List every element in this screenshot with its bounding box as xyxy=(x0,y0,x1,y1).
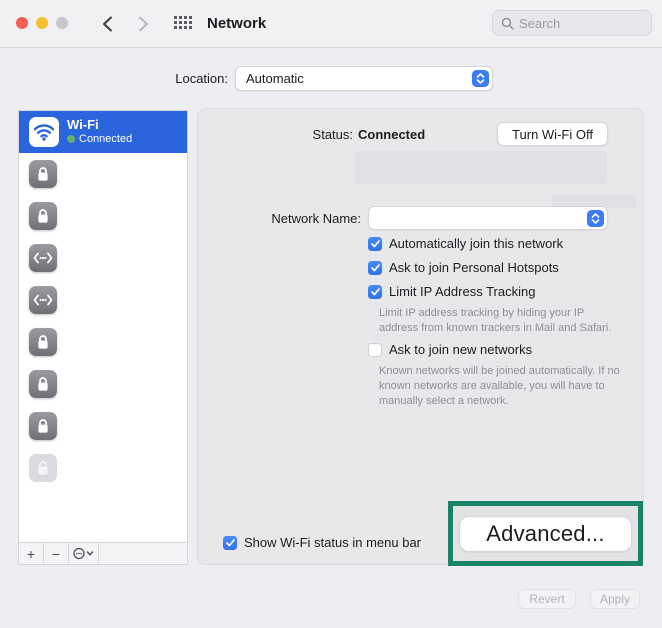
remove-service-button[interactable]: − xyxy=(44,543,69,564)
lock-icon xyxy=(29,370,57,398)
checkbox-label: Ask to join new networks xyxy=(389,342,532,357)
show-all-grid-icon[interactable] xyxy=(174,16,193,31)
titlebar: Network Search xyxy=(0,0,662,48)
lock-icon xyxy=(29,160,57,188)
service-actions-menu-button[interactable] xyxy=(69,543,99,564)
checkbox-row: Limit IP Address Tracking xyxy=(368,284,535,299)
zoom-window-button xyxy=(56,17,68,29)
advanced-highlight-box: Advanced... xyxy=(448,501,643,566)
checkbox-show-wifi-menubar[interactable] xyxy=(223,536,237,550)
dropdown-stepper-icon xyxy=(472,70,489,87)
search-icon xyxy=(501,17,514,30)
service-list-toolbar: + − xyxy=(19,542,187,564)
advanced-button[interactable]: Advanced... xyxy=(459,516,632,552)
sidebar-item-service[interactable] xyxy=(19,321,187,363)
search-placeholder: Search xyxy=(519,16,560,31)
search-input[interactable]: Search xyxy=(492,10,652,36)
checkbox-personal-hotspots[interactable] xyxy=(368,261,382,275)
wifi-icon xyxy=(29,117,59,147)
checkbox-label: Automatically join this network xyxy=(389,236,563,251)
limit-ip-helper-text: Limit IP address tracking by hiding your… xyxy=(379,306,616,336)
lock-icon xyxy=(29,412,57,440)
checkbox-label: Limit IP Address Tracking xyxy=(389,284,535,299)
wifi-status: Connected xyxy=(67,133,132,146)
checkbox-row: Ask to join Personal Hotspots xyxy=(368,260,559,275)
location-value: Automatic xyxy=(246,71,472,86)
lock-icon xyxy=(29,454,57,482)
sidebar-item-service[interactable] xyxy=(19,279,187,321)
turn-wifi-off-button[interactable]: Turn Wi-Fi Off xyxy=(497,122,608,146)
add-service-button[interactable]: + xyxy=(19,543,44,564)
sidebar-item-service[interactable] xyxy=(19,153,187,195)
ask-join-helper-text: Known networks will be joined automatica… xyxy=(379,364,629,409)
network-name-dropdown[interactable] xyxy=(368,206,608,230)
wifi-label: Wi-Fi xyxy=(67,118,132,133)
network-services-sidebar: Wi-Fi Connected xyxy=(18,110,188,565)
checkbox-auto-join[interactable] xyxy=(368,237,382,251)
apply-button: Apply xyxy=(590,589,640,609)
location-dropdown[interactable]: Automatic xyxy=(235,66,493,91)
forward-button[interactable] xyxy=(132,13,154,35)
close-window-button[interactable] xyxy=(16,17,28,29)
sidebar-item-wifi[interactable]: Wi-Fi Connected xyxy=(19,111,187,153)
sidebar-item-service[interactable] xyxy=(19,195,187,237)
wifi-settings-panel: Status: Connected Turn Wi-Fi Off Network… xyxy=(197,108,644,565)
dropdown-stepper-icon xyxy=(587,210,604,227)
service-list: Wi-Fi Connected xyxy=(19,111,187,543)
bridge-icon xyxy=(29,286,57,314)
sidebar-item-service-inactive[interactable] xyxy=(19,447,187,489)
checkbox-row: Ask to join new networks xyxy=(368,342,532,357)
sidebar-item-service[interactable] xyxy=(19,237,187,279)
redacted-status-detail xyxy=(354,151,607,184)
back-button[interactable] xyxy=(96,13,118,35)
bridge-icon xyxy=(29,244,57,272)
sidebar-item-service[interactable] xyxy=(19,363,187,405)
page-title: Network xyxy=(207,15,266,32)
connected-dot-icon xyxy=(67,135,75,143)
lock-icon xyxy=(29,202,57,230)
checkbox-label: Show Wi-Fi status in menu bar xyxy=(244,535,421,550)
sidebar-item-service[interactable] xyxy=(19,405,187,447)
checkbox-row: Automatically join this network xyxy=(368,236,563,251)
checkbox-row: Show Wi-Fi status in menu bar xyxy=(223,535,421,550)
checkbox-limit-ip-tracking[interactable] xyxy=(368,285,382,299)
network-name-label: Network Name: xyxy=(198,211,361,226)
checkbox-ask-join-new[interactable] xyxy=(368,343,382,357)
checkbox-label: Ask to join Personal Hotspots xyxy=(389,260,559,275)
minimize-window-button[interactable] xyxy=(36,17,48,29)
status-value: Connected xyxy=(358,127,425,142)
revert-button: Revert xyxy=(518,589,576,609)
lock-icon xyxy=(29,328,57,356)
status-label: Status: xyxy=(198,127,353,142)
location-label: Location: xyxy=(0,71,228,86)
